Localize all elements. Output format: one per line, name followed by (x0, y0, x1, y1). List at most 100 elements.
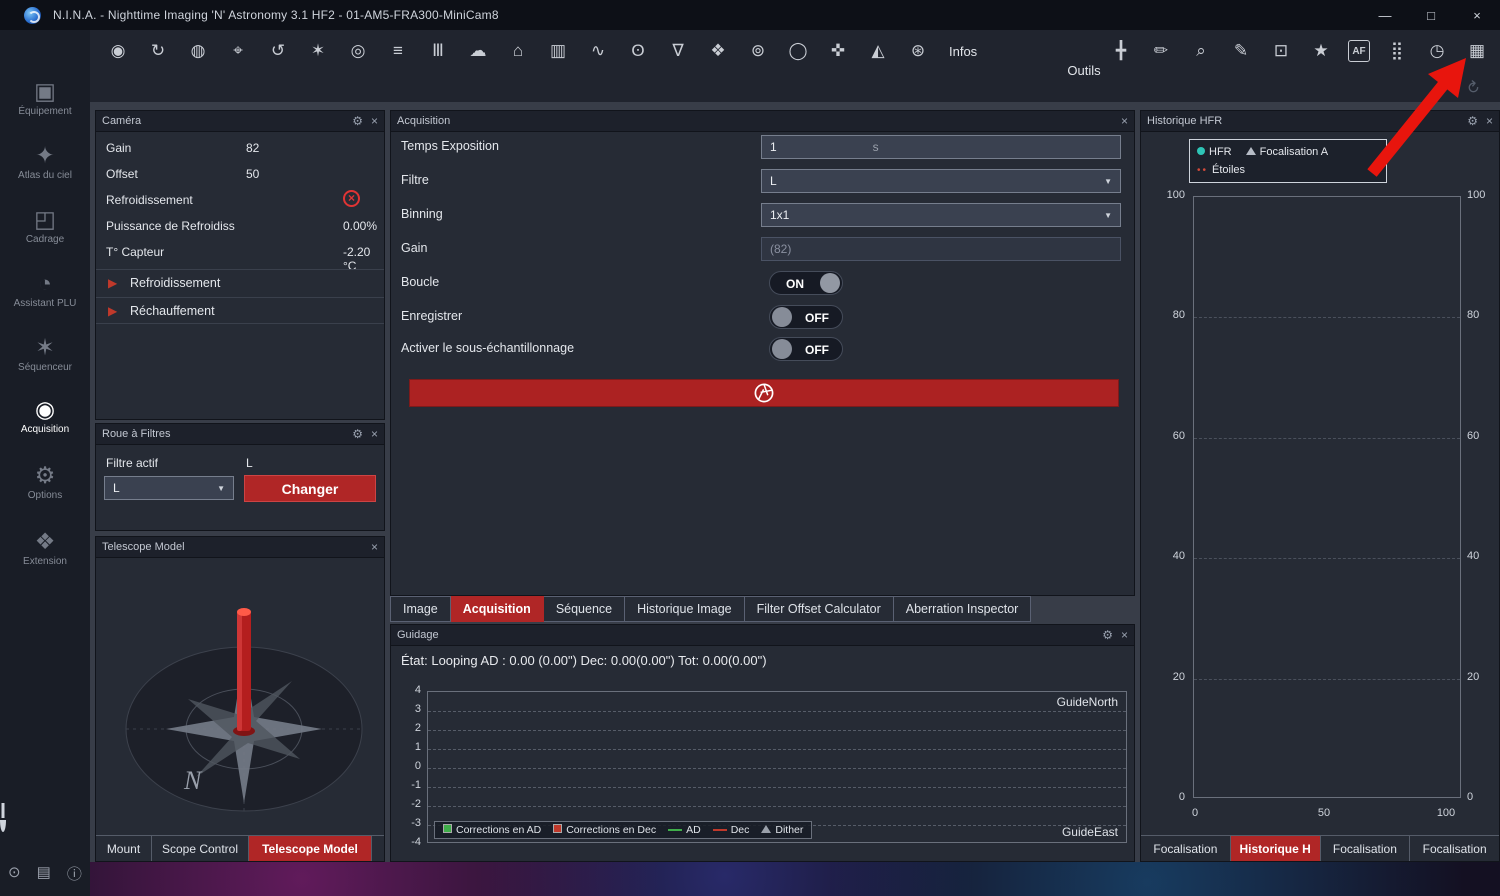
shutter-icon (753, 382, 775, 404)
rotator-icon[interactable]: ↻ (145, 38, 171, 64)
save-toggle[interactable]: OFF (769, 305, 843, 329)
panel-settings-icon[interactable]: ⚙ (352, 428, 363, 440)
toggle-knob (772, 307, 792, 327)
pixel-grid-icon[interactable]: ⣿ (1384, 38, 1410, 64)
safety-monitor-icon[interactable]: ∇ (665, 38, 691, 64)
hfr-panel-title: Historique HFR (1147, 115, 1459, 127)
maximize-button[interactable]: □ (1408, 0, 1454, 30)
gain-input[interactable] (761, 237, 1121, 261)
polar-alignment-icon[interactable]: ✶ (305, 38, 331, 64)
warming-expander[interactable]: ▶ Réchauffement (96, 297, 384, 324)
start-capture-button[interactable] (409, 379, 1119, 407)
plugin-icon[interactable]: ❖ (705, 38, 731, 64)
sidebar-item-options[interactable]: ⚙ Options (0, 462, 90, 501)
expander-arrow-icon: ▶ (108, 276, 117, 290)
cooling-expander[interactable]: ▶ Refroidissement (96, 269, 384, 296)
tab-sequence[interactable]: Séquence (544, 596, 625, 622)
svg-text:N: N (183, 766, 203, 795)
legend-square-red (553, 824, 562, 833)
exposure-value-field[interactable] (770, 140, 1078, 154)
panel-settings-icon[interactable]: ⚙ (1102, 629, 1113, 641)
target-icon[interactable]: ◎ (345, 38, 371, 64)
minimize-button[interactable]: — (1362, 0, 1408, 30)
sequencer-icon: ✶ (0, 334, 90, 360)
camera-icon[interactable]: ◉ (105, 38, 131, 64)
panel-settings-icon[interactable]: ⚙ (1467, 115, 1478, 127)
subsample-toggle[interactable]: OFF (769, 337, 843, 361)
sidebar-item-cadrage[interactable]: ◰ Cadrage (0, 206, 90, 245)
telescope-3d-view[interactable]: N (96, 559, 384, 835)
layout-panels-icon[interactable]: ╋ (1108, 38, 1134, 64)
plate-solve-icon[interactable]: ⌖ (225, 38, 251, 64)
panel-close-icon[interactable]: × (1486, 115, 1493, 127)
tab-focalisation-2[interactable]: Focalisation (1321, 836, 1411, 861)
focuser-icon[interactable]: ⊚ (745, 38, 771, 64)
legend-dot-hfr (1197, 147, 1205, 155)
tab-filter-offset-calculator[interactable]: Filter Offset Calculator (745, 596, 894, 622)
plugin2-icon[interactable]: ✜ (825, 38, 851, 64)
sidebar-item-acquisition[interactable]: ◉ Acquisition (0, 396, 90, 435)
tab-acquisition[interactable]: Acquisition (451, 596, 544, 622)
ellipse-icon[interactable]: ◯ (785, 38, 811, 64)
loop-toggle[interactable]: ON (769, 271, 843, 295)
tab-historique-image[interactable]: Historique Image (625, 596, 745, 622)
star-icon[interactable]: ★ (1308, 38, 1334, 64)
sync-icon[interactable]: ↺ (265, 38, 291, 64)
weather-icon[interactable]: ☁ (465, 38, 491, 64)
filter-wheel-icon[interactable]: ◍ (185, 38, 211, 64)
pen-icon[interactable]: ✎ (1228, 38, 1254, 64)
hfr-history-panel: Historique HFR ⚙ × HFR Focalisation A ••… (1140, 110, 1500, 862)
panel-close-icon[interactable]: × (1121, 115, 1128, 127)
info-wheel-icon[interactable]: ⊛ (905, 38, 931, 64)
legend-square-green (443, 824, 452, 833)
annotate-icon[interactable]: ✏ (1148, 38, 1174, 64)
guider-icon[interactable]: ∿ (585, 38, 611, 64)
camera-row-cooling: Refroidissement × (96, 188, 384, 213)
camera-row-cooling-power: Puissance de Refroidiss 0.00% (96, 214, 384, 239)
tab-scope-control[interactable]: Scope Control (152, 836, 249, 861)
switch-icon[interactable]: Ⅲ (425, 38, 451, 64)
panel-settings-icon[interactable]: ⚙ (352, 115, 363, 127)
image-frame-icon[interactable]: ◭ (865, 38, 891, 64)
close-button[interactable]: × (1454, 0, 1500, 30)
sidebar-item-atlas-du-ciel[interactable]: ✦ Atlas du ciel (0, 142, 90, 181)
sidebar-item-sequenceur[interactable]: ✶ Séquenceur (0, 334, 90, 373)
sidebar-item-extension[interactable]: ❖ Extension (0, 528, 90, 567)
info-icon[interactable]: ⓘ (67, 863, 82, 884)
sequence-icon[interactable]: ≡ (385, 38, 411, 64)
imaging-icon: ◉ (0, 396, 90, 422)
eye-icon[interactable]: ⊙ (8, 863, 21, 884)
flat-panel-icon[interactable]: ʘ (625, 38, 651, 64)
tab-telescope-model[interactable]: Telescope Model (249, 836, 372, 861)
gain-value-field (770, 242, 1078, 256)
exposure-input[interactable]: s (761, 135, 1121, 159)
history-icon[interactable]: ◷ (1424, 38, 1450, 64)
tab-historique-hfr[interactable]: Historique H (1231, 836, 1321, 861)
panel-close-icon[interactable]: × (371, 541, 378, 553)
screen-grid-icon[interactable]: ▦ (1464, 38, 1490, 64)
panel-close-icon[interactable]: × (371, 428, 378, 440)
sidebar: ▣ Équipement ✦ Atlas du ciel ◰ Cadrage ◔… (0, 30, 90, 896)
panel-close-icon[interactable]: × (1121, 629, 1128, 641)
binning-dropdown[interactable]: 1x1 ▼ (761, 203, 1121, 227)
autofocus-icon[interactable]: AF (1348, 40, 1370, 62)
filter-dropdown[interactable]: L ▼ (761, 169, 1121, 193)
camera-row-sensor-temp: T° Capteur -2.20 °C (96, 240, 384, 265)
statistics-icon[interactable]: ▥ (545, 38, 571, 64)
tab-aberration-inspector[interactable]: Aberration Inspector (894, 596, 1032, 622)
tab-mount[interactable]: Mount (96, 836, 152, 861)
zoom-icon[interactable]: ⌕ (1188, 38, 1214, 64)
tab-image[interactable]: Image (390, 596, 451, 622)
crosshair-icon[interactable]: ⊡ (1268, 38, 1294, 64)
sidebar-item-assistant-plu[interactable]: ◔ Assistant PLU (0, 270, 90, 309)
book-icon[interactable]: ▤ (37, 863, 51, 884)
tab-focalisation-3[interactable]: Focalisation (1410, 836, 1499, 861)
change-filter-button[interactable]: Changer (244, 475, 376, 502)
sidebar-item-equipement[interactable]: ▣ Équipement (0, 78, 90, 117)
panel-close-icon[interactable]: × (371, 115, 378, 127)
power-button[interactable] (0, 812, 90, 830)
tab-focalisation-1[interactable]: Focalisation (1141, 836, 1231, 861)
outils-label: Outils (1057, 63, 1111, 78)
dome-icon[interactable]: ⌂ (505, 38, 531, 64)
filter-select[interactable]: L ▼ (104, 476, 234, 500)
